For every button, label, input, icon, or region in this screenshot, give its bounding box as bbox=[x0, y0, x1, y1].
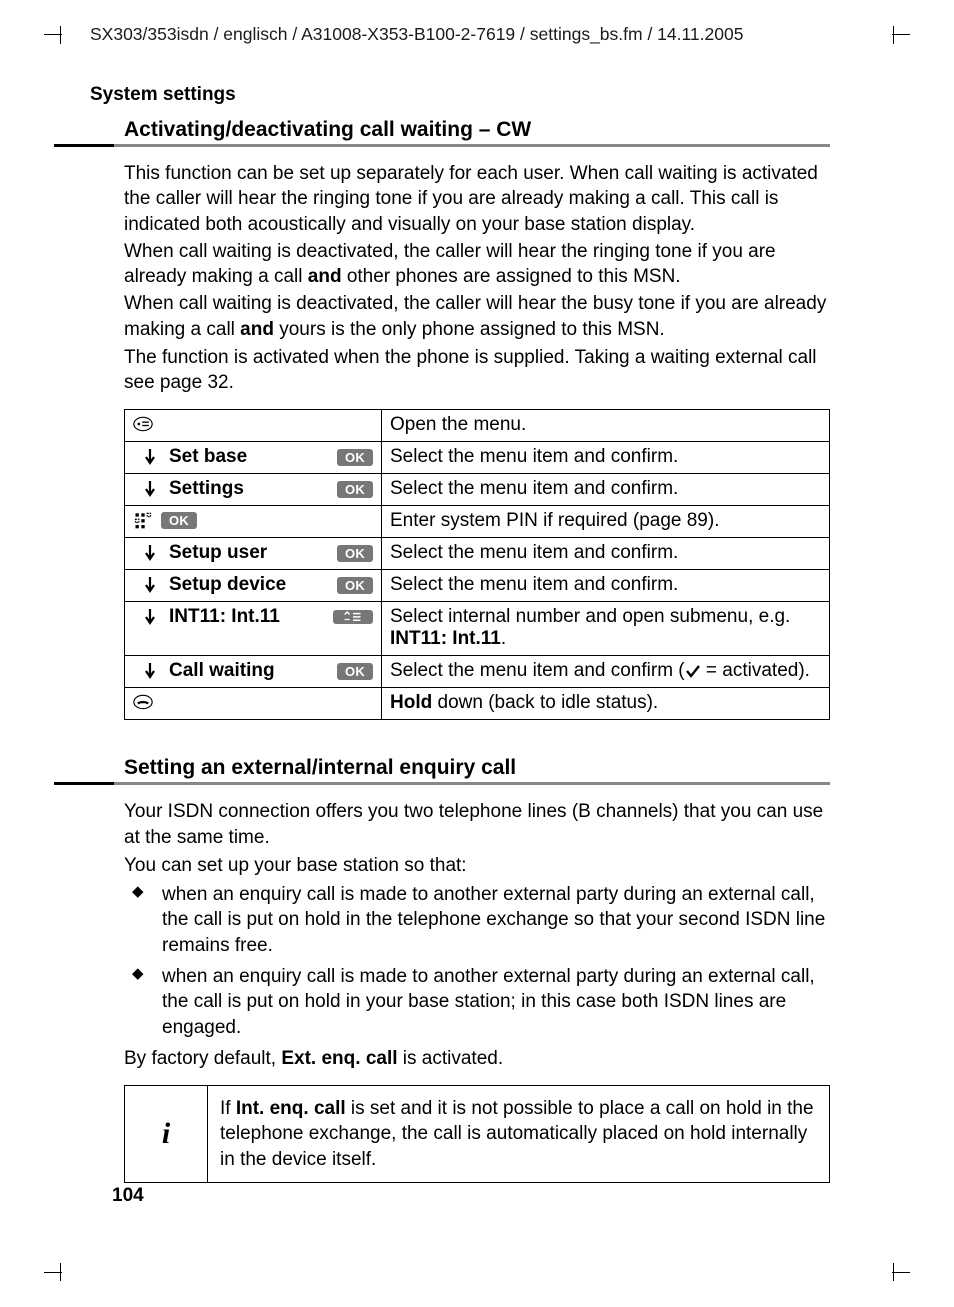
down-arrow-icon bbox=[143, 447, 157, 467]
ok-badge: OK bbox=[337, 577, 373, 594]
submenu-badge bbox=[333, 610, 373, 624]
body-text: You can set up your base station so that… bbox=[124, 853, 830, 878]
bullet-list: when an enquiry call is made to another … bbox=[124, 882, 830, 1040]
menu-label: Call waiting bbox=[165, 660, 329, 682]
page-number: 104 bbox=[112, 1185, 144, 1207]
heading-cw: Activating/deactivating call waiting – C… bbox=[124, 118, 830, 142]
list-item: when an enquiry call is made to another … bbox=[124, 964, 830, 1040]
body-text: This function can be set up separately f… bbox=[124, 161, 830, 237]
ok-badge: OK bbox=[337, 481, 373, 498]
step-desc: Select internal number and open submenu,… bbox=[382, 602, 830, 656]
info-note: i If Int. enq. call is set and it is not… bbox=[124, 1085, 830, 1183]
step-desc: Select the menu item and confirm. bbox=[382, 570, 830, 602]
step-desc: Open the menu. bbox=[382, 410, 830, 442]
down-arrow-icon bbox=[143, 575, 157, 595]
body-text: When call waiting is deactivated, the ca… bbox=[124, 239, 830, 290]
step-desc: Select the menu item and confirm. bbox=[382, 538, 830, 570]
menu-label: Set base bbox=[165, 446, 329, 468]
ok-badge: OK bbox=[161, 512, 197, 529]
table-row: Set base OK Select the menu item and con… bbox=[125, 442, 830, 474]
ok-badge: OK bbox=[337, 545, 373, 562]
body-text: Your ISDN connection offers you two tele… bbox=[124, 799, 830, 850]
list-item: when an enquiry call is made to another … bbox=[124, 882, 830, 958]
ok-badge: OK bbox=[337, 663, 373, 680]
menu-label: Setup device bbox=[165, 574, 329, 596]
table-row: OK Enter system PIN if required (page 89… bbox=[125, 506, 830, 538]
table-row: Setup user OK Select the menu item and c… bbox=[125, 538, 830, 570]
step-desc: Select the menu item and confirm. bbox=[382, 442, 830, 474]
body-text: By factory default, Ext. enq. call is ac… bbox=[124, 1046, 830, 1071]
keypad-icon bbox=[133, 510, 153, 530]
menu-label: Setup user bbox=[165, 542, 329, 564]
down-arrow-icon bbox=[143, 543, 157, 563]
body-text: When call waiting is deactivated, the ca… bbox=[124, 291, 830, 342]
menu-label: INT11: Int.11 bbox=[165, 606, 325, 628]
down-arrow-icon bbox=[143, 479, 157, 499]
down-arrow-icon bbox=[143, 607, 157, 627]
table-row: Open the menu. bbox=[125, 410, 830, 442]
heading-rule bbox=[124, 782, 830, 785]
step-desc: Hold down (back to idle status). bbox=[382, 688, 830, 720]
menu-key-icon bbox=[133, 414, 153, 434]
section-header: System settings bbox=[90, 84, 236, 106]
step-desc: Enter system PIN if required (page 89). bbox=[382, 506, 830, 538]
header-path: SX303/353isdn / englisch / A31008-X353-B… bbox=[90, 24, 864, 45]
step-desc: Select the menu item and confirm. bbox=[382, 474, 830, 506]
table-row: Call waiting OK Select the menu item and… bbox=[125, 656, 830, 688]
hangup-key-icon bbox=[133, 692, 153, 712]
menu-label: Settings bbox=[165, 478, 329, 500]
table-row: Settings OK Select the menu item and con… bbox=[125, 474, 830, 506]
note-text: If Int. enq. call is set and it is not p… bbox=[208, 1086, 830, 1183]
procedure-table: Open the menu. Set base OK Select the me… bbox=[124, 409, 830, 720]
heading-rule bbox=[124, 144, 830, 147]
step-desc: Select the menu item and confirm ( = act… bbox=[382, 656, 830, 688]
body-text: The function is activated when the phone… bbox=[124, 345, 830, 396]
ok-badge: OK bbox=[337, 449, 373, 466]
info-icon: i bbox=[125, 1086, 208, 1183]
heading-enquiry: Setting an external/internal enquiry cal… bbox=[124, 756, 830, 780]
table-row: Setup device OK Select the menu item and… bbox=[125, 570, 830, 602]
table-row: Hold down (back to idle status). bbox=[125, 688, 830, 720]
down-arrow-icon bbox=[143, 661, 157, 681]
check-icon bbox=[685, 664, 701, 678]
table-row: INT11: Int.11 Select internal number and… bbox=[125, 602, 830, 656]
